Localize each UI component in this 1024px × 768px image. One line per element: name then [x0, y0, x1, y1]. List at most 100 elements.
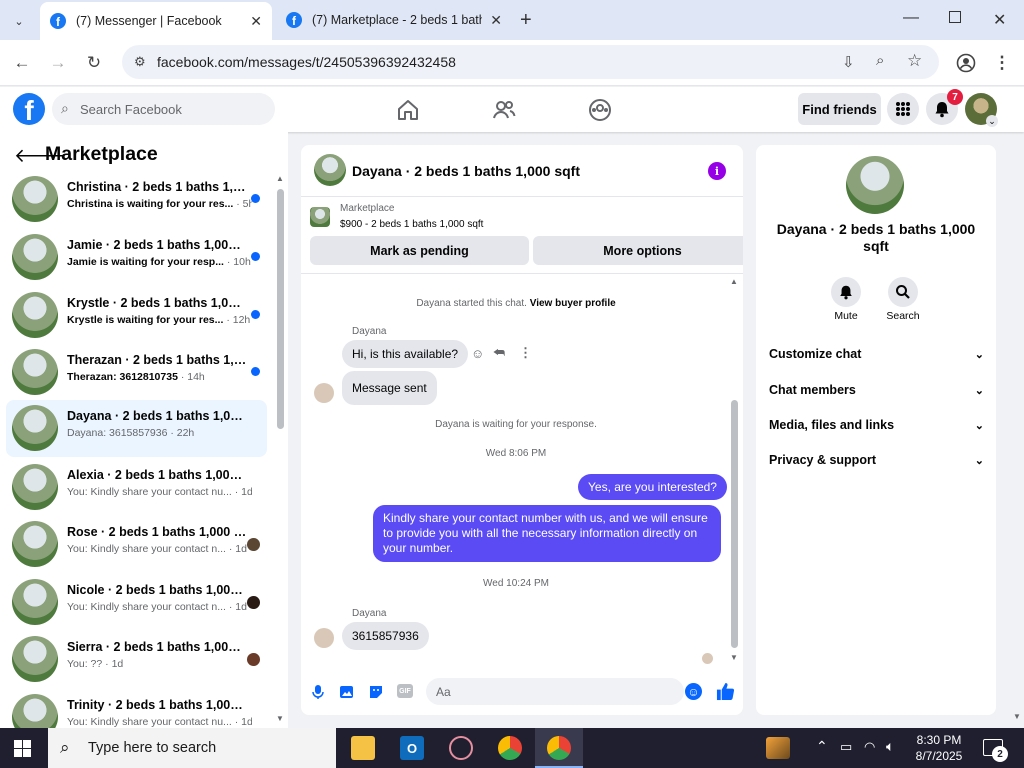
chat-title[interactable]: Dayana · 2 beds 1 baths 1,000 sqft [352, 163, 580, 179]
conversation-item[interactable]: Sierra · 2 beds 1 baths 1,000 s... You: … [6, 631, 267, 688]
tab-messenger[interactable]: f (7) Messenger | Facebook ✕ [40, 2, 272, 40]
scroll-down-icon[interactable]: ▼ [276, 714, 284, 723]
chevron-down-icon[interactable]: ⌄ [986, 115, 998, 127]
site-settings-icon[interactable]: ⚙ [134, 54, 146, 70]
mute-button[interactable] [831, 277, 861, 307]
new-tab-icon[interactable]: + [520, 9, 532, 32]
profile-icon[interactable] [954, 51, 978, 75]
file-explorer-icon[interactable] [351, 736, 375, 760]
tab-search-icon[interactable]: ⌄ [9, 11, 29, 31]
notification-count-badge: 2 [992, 746, 1008, 762]
back-icon[interactable]: ← [10, 51, 34, 75]
groups-icon[interactable] [587, 97, 613, 123]
unread-dot [251, 367, 260, 376]
home-icon[interactable] [395, 97, 421, 123]
conversation-item[interactable]: Jamie · 2 beds 1 baths 1,000 sqft Jamie … [6, 229, 267, 286]
clock-date: 8/7/2025 [915, 749, 963, 763]
message-bubble-incoming[interactable]: Hi, is this available? [342, 340, 469, 368]
scroll-up-icon[interactable]: ▲ [276, 174, 284, 183]
view-buyer-profile-link[interactable]: View buyer profile [530, 298, 616, 309]
sender-avatar [314, 383, 334, 403]
volume-icon[interactable]: 🔈︎ [886, 738, 894, 755]
conversation-item[interactable]: Alexia · 2 beds 1 baths 1,000 sqft You: … [6, 459, 267, 516]
more-icon[interactable]: ⋮ [519, 345, 532, 361]
search-conversation-button[interactable] [888, 277, 918, 307]
conversation-item-selected[interactable]: Dayana · 2 beds 1 baths 1,000 sqft Dayan… [6, 400, 267, 457]
seen-avatar [247, 653, 260, 666]
conversation-preview: Dayana: 3615857936 · 22h [67, 427, 195, 439]
chrome-icon[interactable] [498, 736, 522, 760]
panel-title: Marketplace [45, 143, 158, 165]
forward-icon[interactable]: → [46, 51, 70, 75]
facebook-search-input[interactable]: ⌕ Search Facebook [52, 93, 275, 125]
chat-avatar[interactable] [314, 154, 346, 186]
chat-members-section[interactable]: Chat members ⌄ [769, 380, 984, 400]
react-icon[interactable]: ☺ [471, 346, 484, 361]
conversation-item[interactable]: Trinity · 2 beds 1 baths 1,000 sqft You:… [6, 689, 267, 728]
install-app-icon[interactable]: ⇩ [842, 53, 855, 71]
chat-details-panel: Dayana · 2 beds 1 baths 1,000 sqft Mute … [756, 145, 996, 715]
minimize-icon[interactable]: — [903, 9, 919, 27]
privacy-support-section[interactable]: Privacy & support ⌄ [769, 450, 984, 470]
app-icon[interactable] [449, 736, 473, 760]
message-bubble-outgoing[interactable]: Kindly share your contact number with us… [373, 505, 721, 562]
conversation-item[interactable]: Therazan · 2 beds 1 baths 1,00... Theraz… [6, 344, 267, 401]
chevron-down-icon: ⌄ [974, 348, 984, 361]
scroll-down-icon[interactable]: ▼ [730, 653, 738, 662]
like-icon[interactable] [716, 682, 735, 701]
maximize-icon[interactable] [949, 11, 961, 23]
microphone-icon[interactable] [310, 684, 326, 700]
message-bubble-outgoing[interactable]: Yes, are you interested? [578, 474, 727, 500]
bookmark-star-icon[interactable]: ☆ [907, 51, 922, 71]
scrollbar-thumb[interactable] [277, 189, 284, 429]
menu-button[interactable] [887, 93, 919, 125]
chrome-active-app[interactable] [535, 728, 583, 768]
close-icon[interactable]: ✕ [250, 13, 262, 30]
more-options-button[interactable]: More options [533, 236, 743, 265]
weather-icon[interactable] [766, 737, 790, 759]
scroll-up-icon[interactable]: ▲ [730, 277, 738, 286]
close-icon[interactable]: ✕ [490, 12, 502, 29]
photo-icon[interactable] [339, 684, 355, 700]
battery-icon[interactable]: ▭ [840, 739, 852, 755]
conversation-item[interactable]: Christina · 2 beds 1 baths 1,00... Chris… [6, 171, 267, 228]
browser-menu-icon[interactable]: ⋮ [990, 51, 1014, 75]
page-scroll-down-icon[interactable]: ▼ [1013, 712, 1021, 721]
show-hidden-icons-icon[interactable]: ⌃ [816, 738, 828, 755]
conversation-name: Therazan · 2 beds 1 baths 1,00... [67, 353, 247, 367]
conversation-item[interactable]: Krystle · 2 beds 1 baths 1,000 s... Krys… [6, 287, 267, 344]
reload-icon[interactable]: ↻ [82, 51, 106, 75]
find-friends-button[interactable]: Find friends [798, 93, 881, 125]
reply-icon[interactable]: ⮪ [493, 345, 505, 361]
taskbar-search-input[interactable]: ⌕ Type here to search [48, 728, 336, 768]
seen-avatar [247, 596, 260, 609]
tab-marketplace[interactable]: f (7) Marketplace - 2 beds 1 bath ✕ [276, 0, 512, 40]
window-close-icon[interactable]: ✕ [993, 10, 1006, 30]
emoji-icon[interactable]: ☺ [685, 683, 702, 700]
contact-avatar[interactable] [846, 156, 904, 214]
info-icon[interactable]: i [708, 162, 726, 180]
windows-start-icon[interactable] [14, 740, 31, 757]
listing-thumbnail[interactable] [310, 207, 330, 227]
message-bubble-incoming[interactable]: Message sent [342, 371, 437, 405]
scrollbar-thumb[interactable] [731, 400, 738, 648]
zoom-icon[interactable]: ⌕ [876, 52, 884, 69]
sticker-icon[interactable] [368, 684, 384, 700]
media-files-links-section[interactable]: Media, files and links ⌄ [769, 415, 984, 435]
system-clock[interactable]: 8:30 PM 8/7/2025 [914, 732, 964, 764]
mark-as-pending-button[interactable]: Mark as pending [310, 236, 529, 265]
address-bar[interactable]: ⚙ facebook.com/messages/t/24505396392432… [122, 45, 939, 79]
friends-icon[interactable] [491, 97, 517, 123]
conversation-item[interactable]: Rose · 2 beds 1 baths 1,000 sqft You: Ki… [6, 516, 267, 573]
listing-price[interactable]: $900 - 2 beds 1 baths 1,000 sqft [340, 219, 483, 230]
gif-icon[interactable]: GIF [397, 684, 413, 698]
message-bubble-incoming[interactable]: 3615857936 [342, 622, 429, 650]
avatar [12, 636, 58, 682]
customize-chat-section[interactable]: Customize chat ⌄ [769, 344, 984, 364]
conversation-item[interactable]: Nicole · 2 beds 1 baths 1,000 s... You: … [6, 574, 267, 631]
search-icon: ⌕ [60, 738, 70, 757]
message-input[interactable]: Aa [426, 678, 684, 705]
facebook-logo[interactable]: f [13, 93, 45, 125]
wifi-icon[interactable]: ◠ [864, 739, 875, 755]
outlook-icon[interactable]: O [400, 736, 424, 760]
